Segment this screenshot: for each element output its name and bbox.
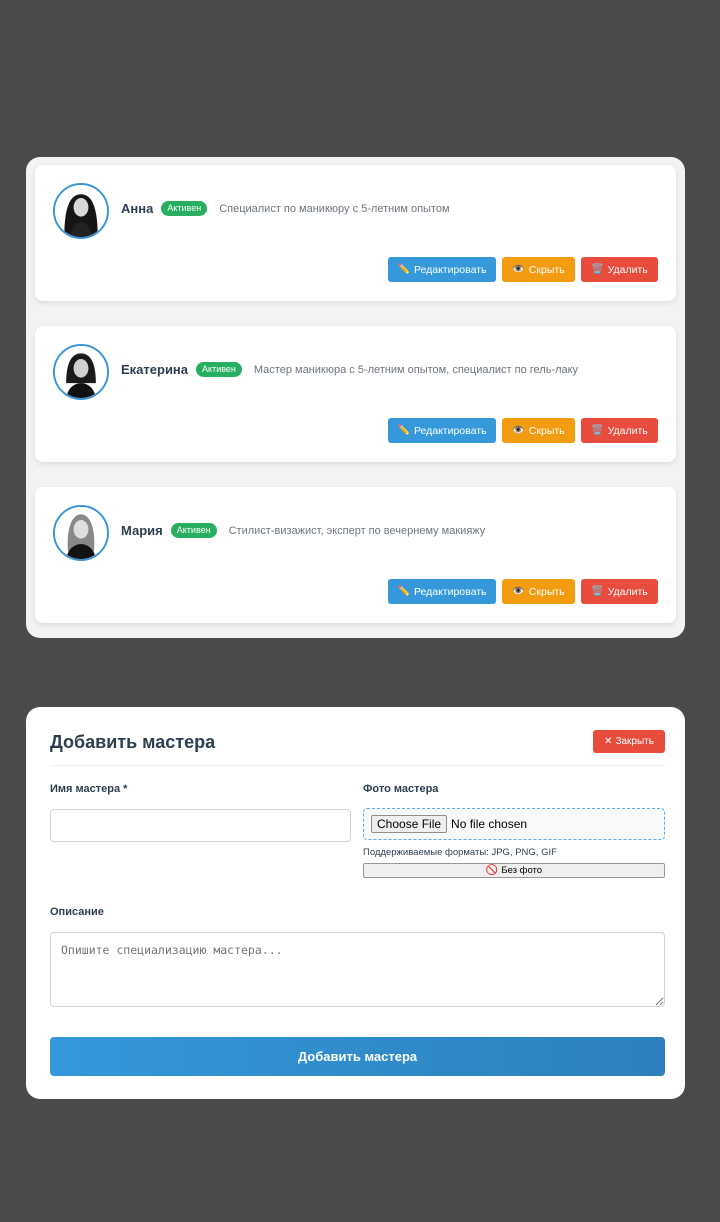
- eye-icon: 👁️: [512, 586, 525, 597]
- prohibited-icon: 🚫: [485, 865, 499, 876]
- add-master-button[interactable]: Добавить мастера: [50, 1037, 665, 1076]
- status-badge: Активен: [196, 362, 242, 377]
- avatar: [53, 505, 109, 561]
- master-card: Анна Активен Специалист по маникюру с 5-…: [35, 165, 676, 301]
- masters-list: Анна Активен Специалист по маникюру с 5-…: [26, 157, 685, 638]
- edit-button[interactable]: ✏️ Редактировать: [388, 257, 496, 282]
- name-input[interactable]: [50, 809, 351, 842]
- edit-button[interactable]: ✏️ Редактировать: [388, 579, 496, 604]
- close-label: Закрыть: [615, 736, 654, 747]
- eye-icon: 👁️: [512, 425, 525, 436]
- no-photo-button[interactable]: 🚫 Без фото: [363, 863, 665, 878]
- edit-button[interactable]: ✏️ Редактировать: [388, 418, 496, 443]
- master-card: Мария Активен Стилист-визажист, эксперт …: [35, 487, 676, 623]
- edit-label: Редактировать: [413, 263, 487, 276]
- pencil-icon: ✏️: [397, 264, 410, 275]
- master-description: Специалист по маникюру с 5-летним опытом: [219, 202, 450, 215]
- edit-label: Редактировать: [413, 424, 487, 437]
- status-badge: Активен: [170, 523, 217, 538]
- form-title: Добавить мастера: [50, 732, 216, 752]
- hide-label: Скрыть: [528, 585, 565, 598]
- master-description: Мастер маникюра с 5-летним опытом, специ…: [253, 363, 579, 376]
- formats-hint: Поддерживаемые форматы: JPG, PNG, GIF: [363, 847, 557, 858]
- delete-label: Удалить: [607, 585, 648, 598]
- photo-file-input[interactable]: Choose File No file chosen: [363, 808, 665, 840]
- description-textarea[interactable]: [50, 932, 665, 1007]
- no-photo-label: Без фото: [501, 865, 543, 876]
- avatar: [53, 183, 109, 239]
- close-button[interactable]: ✕ Закрыть: [593, 730, 665, 753]
- hide-button[interactable]: 👁️ Скрыть: [502, 257, 575, 282]
- master-description: Стилист-визажист, эксперт по вечернему м…: [228, 524, 486, 537]
- pencil-icon: ✏️: [397, 425, 410, 436]
- trash-icon: 🗑️: [591, 425, 604, 436]
- master-card: Екатерина Активен Мастер маникюра с 5-ле…: [35, 326, 676, 462]
- hide-label: Скрыть: [528, 263, 565, 276]
- delete-button[interactable]: 🗑️ Удалить: [581, 579, 658, 604]
- hide-button[interactable]: 👁️ Скрыть: [502, 579, 575, 604]
- divider: [50, 765, 665, 766]
- master-name: Мария: [121, 523, 163, 538]
- add-master-form: Добавить мастера ✕ Закрыть Имя мастера *…: [26, 707, 685, 1099]
- eye-icon: 👁️: [512, 264, 525, 275]
- delete-button[interactable]: 🗑️ Удалить: [581, 257, 658, 282]
- trash-icon: 🗑️: [591, 586, 604, 597]
- choose-file-button[interactable]: Choose File: [371, 815, 448, 833]
- name-label: Имя мастера *: [50, 783, 128, 795]
- pencil-icon: ✏️: [397, 586, 410, 597]
- master-name: Анна: [121, 201, 154, 216]
- master-name: Екатерина: [121, 362, 189, 377]
- hide-label: Скрыть: [528, 424, 565, 437]
- no-file-text: No file chosen: [451, 817, 528, 831]
- photo-label: Фото мастера: [363, 783, 439, 795]
- delete-label: Удалить: [607, 424, 648, 437]
- edit-label: Редактировать: [413, 585, 487, 598]
- hide-button[interactable]: 👁️ Скрыть: [502, 418, 575, 443]
- status-badge: Активен: [161, 201, 208, 216]
- avatar: [53, 344, 109, 400]
- delete-label: Удалить: [607, 263, 648, 276]
- description-label: Описание: [50, 906, 104, 918]
- delete-button[interactable]: 🗑️ Удалить: [581, 418, 658, 443]
- close-icon: ✕: [604, 736, 613, 747]
- trash-icon: 🗑️: [591, 264, 604, 275]
